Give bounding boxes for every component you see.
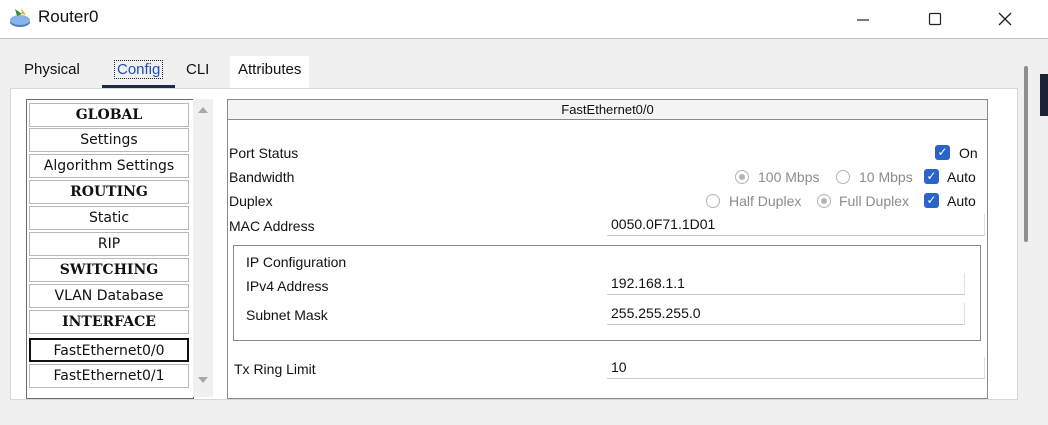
background-edge [1040,74,1048,116]
sidebar-item-fastethernet0-0[interactable]: FastEthernet0/0 [29,338,189,362]
scroll-up-icon[interactable] [198,107,208,113]
ip-configuration-heading: IP Configuration [246,254,347,270]
minimize-icon [857,19,869,21]
tab-config[interactable]: Config [102,56,176,88]
tab-config-label: Config [114,60,164,79]
tab-attributes[interactable]: Attributes [230,56,310,88]
window-scrollbar-thumb[interactable] [1024,66,1028,242]
ipv4-address-label: IPv4 Address [246,278,329,294]
port-status-label: Port Status [229,145,299,161]
port-status-checkbox[interactable]: ✓ [935,145,950,160]
sidebar-item-settings[interactable]: Settings [29,128,189,152]
sidebar-item-algorithm-settings[interactable]: Algorithm Settings [29,154,189,178]
tx-ring-limit-label: Tx Ring Limit [234,361,316,377]
checkmark-icon: ✓ [926,193,937,207]
port-status-on-label: On [959,145,978,161]
sidebar-item-vlan-database[interactable]: VLAN Database [29,284,189,308]
sidebar-item-rip[interactable]: RIP [29,232,189,256]
tx-ring-limit-field[interactable]: 10 [607,357,985,379]
bandwidth-label: Bandwidth [229,169,295,185]
subnet-mask-label: Subnet Mask [246,307,328,323]
bandwidth-auto-label: Auto [947,169,976,185]
subnet-mask-field[interactable]: 255.255.255.0 [607,303,965,325]
checkmark-icon: ✓ [926,169,937,183]
scroll-down-icon[interactable] [198,377,208,383]
duplex-auto-label: Auto [947,193,976,209]
router-icon [8,6,32,30]
duplex-auto-checkbox[interactable]: ✓ [924,193,939,208]
maximize-icon [928,12,942,26]
bandwidth-100-radio[interactable] [735,170,749,184]
ipv4-address-field[interactable]: 192.168.1.1 [607,273,965,295]
tab-cli[interactable]: CLI [180,56,215,86]
bandwidth-auto-checkbox[interactable]: ✓ [924,169,939,184]
minimize-button[interactable] [840,0,886,38]
half-duplex-radio[interactable] [706,194,720,208]
bandwidth-10-radio[interactable] [836,170,850,184]
bandwidth-100-label: 100 Mbps [758,169,820,185]
full-duplex-label: Full Duplex [839,193,910,209]
sidebar-scrollbar[interactable] [193,99,213,397]
duplex-label: Duplex [229,193,273,209]
sidebar-item-fastethernet0-1[interactable]: FastEthernet0/1 [29,364,189,388]
mac-address-field[interactable]: 0050.0F71.1D01 [607,214,985,236]
sidebar-header-global[interactable]: GLOBAL [29,103,189,127]
half-duplex-label: Half Duplex [729,193,802,209]
bandwidth-10-label: 10 Mbps [859,169,913,185]
maximize-button[interactable] [912,0,958,38]
close-button[interactable] [982,0,1028,38]
close-icon [998,12,1012,26]
interface-title: FastEthernet0/0 [228,100,987,120]
sidebar-item-static[interactable]: Static [29,206,189,230]
title-bar: Router0 [0,0,1048,38]
config-sidebar: GLOBAL Settings Algorithm Settings ROUTI… [26,99,194,399]
window-title: Router0 [38,7,99,26]
full-duplex-radio[interactable] [817,194,831,208]
tab-physical[interactable]: Physical [18,56,86,86]
sidebar-header-routing[interactable]: ROUTING [29,180,189,204]
sidebar-header-interface[interactable]: INTERFACE [29,310,189,334]
sidebar-header-switching[interactable]: SWITCHING [29,258,189,282]
checkmark-icon: ✓ [937,145,948,159]
mac-address-label: MAC Address [229,218,315,234]
